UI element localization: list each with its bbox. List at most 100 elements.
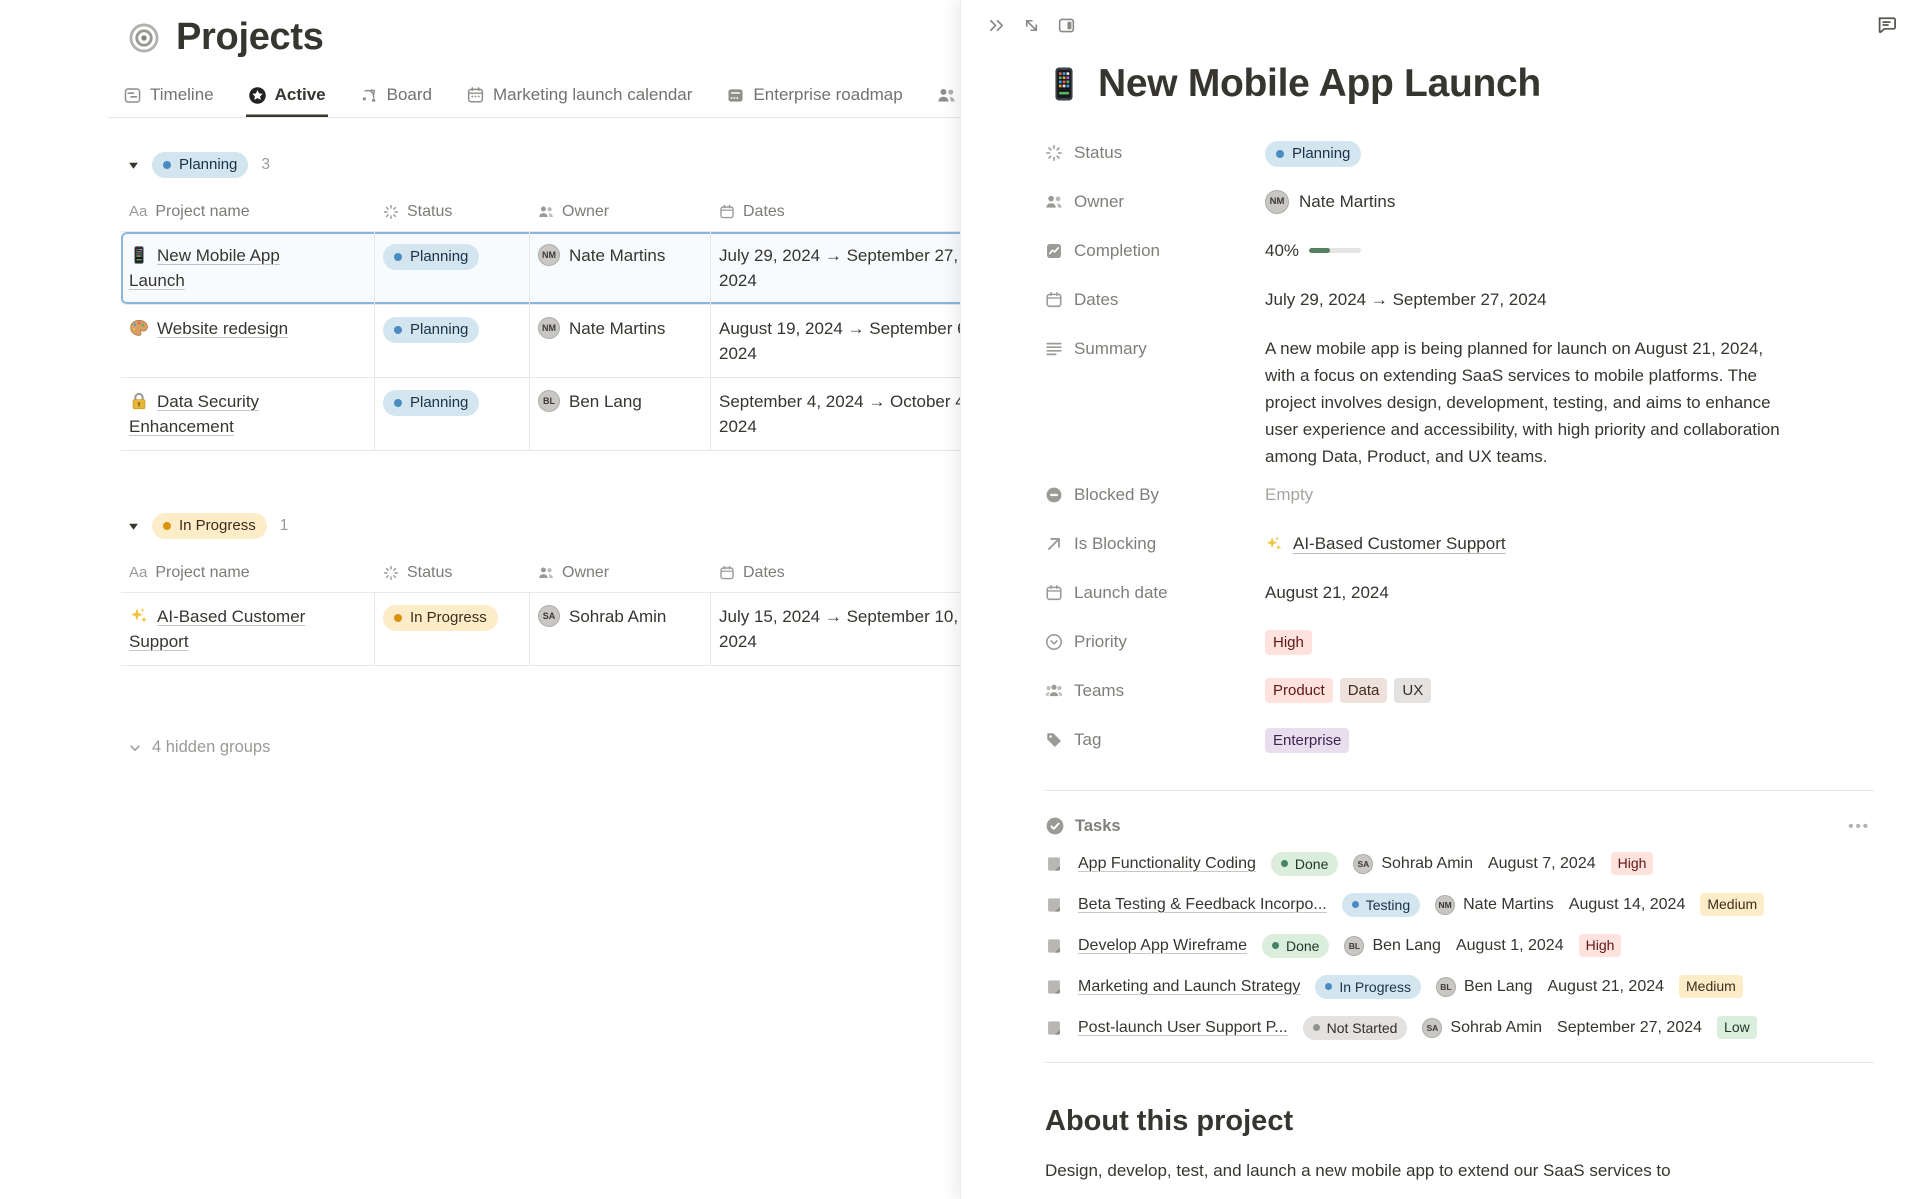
column-header-dates[interactable]: Dates (711, 192, 991, 231)
tab-board[interactable]: Board (358, 83, 434, 117)
property-label[interactable]: Completion (1045, 234, 1265, 268)
project-name-cell[interactable]: AI-Based Customer Support (121, 593, 375, 665)
task-name[interactable]: Develop App Wireframe (1078, 937, 1247, 955)
owner-cell[interactable]: BLBen Lang (530, 378, 711, 450)
task-priority-chip[interactable]: Low (1717, 1016, 1757, 1039)
table-row[interactable]: AI-Based Customer Support In Progress SA… (121, 593, 990, 666)
column-header-dates[interactable]: Dates (711, 553, 991, 592)
task-row[interactable]: Post-launch User Support P... Not Starte… (1045, 1007, 1874, 1048)
status-cell[interactable]: Planning (375, 232, 530, 304)
side-peek-icon[interactable] (1057, 16, 1076, 35)
property-value-blocked-by[interactable]: Empty (1265, 478, 1874, 507)
priority-chip[interactable]: High (1265, 630, 1312, 655)
task-status-pill[interactable]: Not Started (1303, 1016, 1408, 1040)
dates-cell[interactable]: July 15, 2024 → September 10, 2024 (711, 593, 991, 665)
status-pill[interactable]: Planning (383, 244, 479, 270)
property-value-tag[interactable]: Enterprise (1265, 723, 1874, 753)
team-chip[interactable]: UX (1394, 678, 1431, 703)
project-name[interactable]: Website redesign (157, 319, 288, 338)
property-value-completion[interactable]: 40% (1265, 234, 1874, 263)
column-header-status[interactable]: Status (375, 553, 530, 592)
property-label[interactable]: Tag (1045, 723, 1265, 757)
property-label[interactable]: Launch date (1045, 576, 1265, 610)
column-header-owner[interactable]: Owner (530, 192, 711, 231)
task-owner[interactable]: BLBen Lang (1344, 936, 1441, 956)
group-status-pill[interactable]: In Progress (152, 513, 267, 539)
column-header-name[interactable]: AaProject name (121, 192, 375, 231)
tab-enterprise-roadmap[interactable]: Enterprise roadmap (724, 83, 904, 117)
task-name[interactable]: Post-launch User Support P... (1078, 1019, 1288, 1037)
linked-project[interactable]: AI-Based Customer Support (1293, 531, 1506, 556)
task-name[interactable]: Beta Testing & Feedback Incorpo... (1078, 896, 1327, 914)
task-name[interactable]: App Functionality Coding (1078, 855, 1256, 873)
property-label[interactable]: Is Blocking (1045, 527, 1265, 561)
status-cell[interactable]: Planning (375, 378, 530, 450)
dates-cell[interactable]: September 4, 2024 → October 4, 2024 (711, 378, 991, 450)
property-value-status[interactable]: Planning (1265, 136, 1874, 167)
property-value-launch-date[interactable]: August 21, 2024 (1265, 576, 1874, 605)
more-options-icon[interactable]: ••• (1848, 818, 1874, 835)
comment-icon[interactable] (1875, 13, 1898, 36)
property-value-dates[interactable]: July 29, 2024 → September 27, 2024 (1265, 283, 1874, 312)
team-chip[interactable]: Product (1265, 678, 1333, 703)
team-chip[interactable]: Data (1340, 678, 1388, 703)
property-label[interactable]: Owner (1045, 185, 1265, 219)
project-name[interactable]: New Mobile App Launch (129, 246, 280, 290)
task-status-pill[interactable]: In Progress (1315, 975, 1421, 999)
project-name-cell[interactable]: Data Security Enhancement (121, 378, 375, 450)
property-value-owner[interactable]: NMNate Martins (1265, 185, 1874, 214)
status-pill[interactable]: In Progress (383, 605, 498, 631)
tag-chip[interactable]: Enterprise (1265, 728, 1349, 753)
property-label[interactable]: Status (1045, 136, 1265, 170)
property-label[interactable]: Dates (1045, 283, 1265, 317)
status-cell[interactable]: Planning (375, 305, 530, 377)
table-row[interactable]: Website redesign Planning NMNate Martins… (121, 305, 990, 378)
task-status-pill[interactable]: Done (1262, 934, 1329, 958)
task-priority-chip[interactable]: High (1611, 852, 1654, 875)
task-priority-chip[interactable]: Medium (1679, 975, 1743, 998)
column-header-name[interactable]: AaProject name (121, 553, 375, 592)
task-row[interactable]: Marketing and Launch Strategy In Progres… (1045, 966, 1874, 1007)
dates-cell[interactable]: July 29, 2024 → September 27, 2024 (711, 232, 991, 304)
task-date[interactable]: August 21, 2024 (1547, 978, 1664, 996)
table-row[interactable]: Data Security Enhancement Planning BLBen… (121, 378, 990, 451)
task-row[interactable]: Beta Testing & Feedback Incorpo... Testi… (1045, 884, 1874, 925)
group-toggle-triangle-icon[interactable] (128, 160, 139, 171)
table-row-selected[interactable]: New Mobile App Launch Planning NMNate Ma… (121, 232, 990, 305)
dates-cell[interactable]: August 19, 2024 → September 6, 2024 (711, 305, 991, 377)
property-label[interactable]: Priority (1045, 625, 1265, 659)
task-date[interactable]: August 14, 2024 (1569, 896, 1686, 914)
double-chevron-right-icon[interactable] (987, 16, 1006, 35)
status-pill[interactable]: Planning (383, 390, 479, 416)
project-name-cell[interactable]: Website redesign (121, 305, 375, 377)
owner-cell[interactable]: NMNate Martins (530, 232, 711, 304)
expand-icon[interactable] (1022, 16, 1041, 35)
property-value-is-blocking[interactable]: AI-Based Customer Support (1265, 527, 1874, 556)
group-status-pill[interactable]: Planning (152, 152, 248, 178)
tab-active[interactable]: Active (246, 83, 328, 117)
task-priority-chip[interactable]: High (1579, 934, 1622, 957)
property-label[interactable]: Blocked By (1045, 478, 1265, 512)
task-priority-chip[interactable]: Medium (1700, 893, 1764, 916)
task-status-pill[interactable]: Done (1271, 852, 1338, 876)
status-pill[interactable]: Planning (383, 317, 479, 343)
task-date[interactable]: September 27, 2024 (1557, 1019, 1702, 1037)
task-owner[interactable]: SASohrab Amin (1353, 854, 1473, 874)
property-label[interactable]: Summary (1045, 332, 1265, 366)
task-owner[interactable]: SASohrab Amin (1422, 1018, 1542, 1038)
task-owner[interactable]: NMNate Martins (1435, 895, 1554, 915)
owner-cell[interactable]: NMNate Martins (530, 305, 711, 377)
group-toggle-triangle-icon[interactable] (128, 521, 139, 532)
task-row[interactable]: App Functionality Coding Done SASohrab A… (1045, 843, 1874, 884)
task-owner[interactable]: BLBen Lang (1436, 977, 1533, 997)
page-title[interactable]: Projects (176, 16, 324, 59)
tab-marketing-launch-calendar[interactable]: Marketing launch calendar (464, 83, 694, 117)
property-value-summary[interactable]: A new mobile app is being planned for la… (1265, 332, 1785, 470)
hidden-groups-toggle[interactable]: 4 hidden groups (128, 738, 990, 757)
property-value-teams[interactable]: Product Data UX (1265, 674, 1874, 703)
property-label[interactable]: Teams (1045, 674, 1265, 708)
project-title[interactable]: New Mobile App Launch (1098, 62, 1541, 106)
task-row[interactable]: Develop App Wireframe Done BLBen Lang Au… (1045, 925, 1874, 966)
project-name-cell[interactable]: New Mobile App Launch (121, 232, 375, 304)
task-name[interactable]: Marketing and Launch Strategy (1078, 978, 1300, 996)
